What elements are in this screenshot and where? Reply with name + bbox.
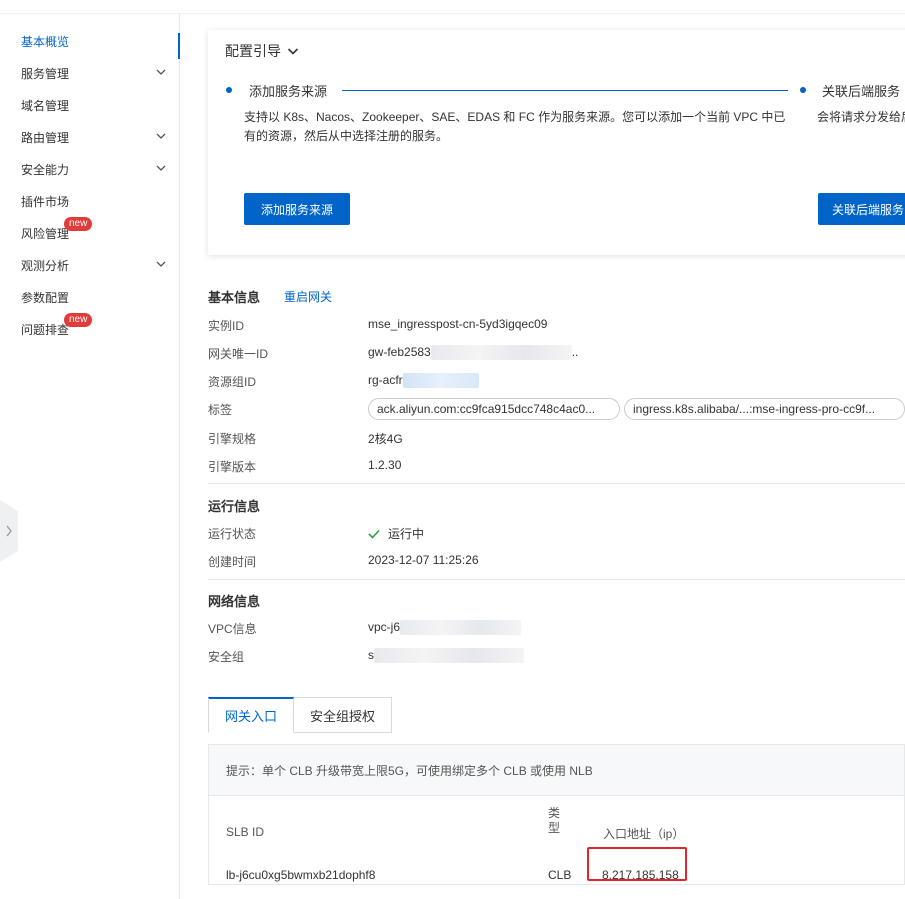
tab-security-group-auth[interactable]: 安全组授权 bbox=[294, 697, 393, 733]
config-guide-title: 配置引导 bbox=[225, 43, 281, 59]
chevron-down-icon bbox=[156, 69, 166, 75]
chevron-down-icon bbox=[156, 261, 166, 267]
add-service-source-button[interactable]: 添加服务来源 bbox=[244, 193, 350, 225]
vpc-label: VPC信息 bbox=[208, 622, 257, 636]
entry-tabs: 网关入口 安全组授权 bbox=[208, 697, 393, 733]
vpc-link[interactable]: vpc-j6 bbox=[368, 620, 522, 636]
sidebar-item-params[interactable]: 参数配置 bbox=[0, 281, 179, 313]
sidebar-item-label: 域名管理 bbox=[21, 98, 70, 113]
chevron-down-icon bbox=[156, 133, 166, 139]
sidebar-item-services[interactable]: 服务管理 bbox=[0, 57, 179, 89]
chevron-down-icon bbox=[287, 48, 299, 55]
tags-label: 标签 bbox=[208, 403, 233, 417]
instance-id-value: mse_ingresspost-cn-5yd3igqec09 bbox=[368, 317, 548, 331]
gateway-uid-label: 网关唯一ID bbox=[208, 347, 269, 361]
run-status-label: 运行状态 bbox=[208, 527, 257, 541]
sidebar-item-routes[interactable]: 路由管理 bbox=[0, 121, 179, 153]
main-content: 配置引导 添加服务来源 支持以 K8s、Nacos、Zookeeper、SAE、… bbox=[181, 14, 905, 899]
sidebar-item-security[interactable]: 安全能力 bbox=[0, 153, 179, 185]
tag-chip[interactable]: ack.aliyun.com:cc9fca915dcc748c4ac0... bbox=[368, 398, 620, 420]
basic-info-title: 基本信息 bbox=[208, 290, 261, 305]
redacted-blur bbox=[374, 648, 524, 664]
run-info-title: 运行信息 bbox=[208, 499, 261, 514]
section-divider bbox=[208, 579, 905, 580]
ip-highlight-box bbox=[587, 847, 687, 881]
sidebar-item-label: 问题排查 bbox=[21, 322, 70, 337]
resource-group-link[interactable]: rg-acfr bbox=[368, 373, 479, 389]
link-backend-service-button[interactable]: 关联后端服务 bbox=[818, 193, 905, 225]
engine-spec-label: 引擎规格 bbox=[208, 432, 257, 446]
step-2-title: 关联后端服务 bbox=[822, 84, 901, 99]
sidebar-item-observability[interactable]: 观测分析 bbox=[0, 249, 179, 281]
section-divider bbox=[208, 483, 905, 484]
sidebar-item-label: 插件市场 bbox=[21, 194, 70, 209]
sidebar-item-label: 路由管理 bbox=[21, 130, 70, 145]
step-2-description: 会将请求分发给后 bbox=[817, 110, 905, 124]
slb-type-value: CLB bbox=[548, 868, 572, 882]
slb-table: SLB ID 类型 入口地址（ip） lb-j6cu0xg5bwmxb21dop… bbox=[208, 796, 905, 885]
tab-gateway-entry[interactable]: 网关入口 bbox=[208, 697, 295, 733]
config-guide-card: 配置引导 添加服务来源 支持以 K8s、Nacos、Zookeeper、SAE、… bbox=[208, 30, 905, 255]
gateway-uid-value: gw-feb2583.. bbox=[368, 345, 579, 361]
created-time-value: 2023-12-07 11:25:26 bbox=[368, 553, 479, 567]
created-time-label: 创建时间 bbox=[208, 555, 257, 569]
sidebar-item-label: 观测分析 bbox=[21, 258, 70, 273]
tip-box: 提示：单个 CLB 升级带宽上限5G，可使用绑定多个 CLB 或使用 NLB bbox=[208, 744, 905, 796]
engine-version-label: 引擎版本 bbox=[208, 460, 257, 474]
sidebar-item-label: 安全能力 bbox=[21, 162, 70, 177]
slb-id-link[interactable]: lb-j6cu0xg5bwmxb21dophf8 bbox=[226, 868, 375, 882]
resource-group-label: 资源组ID bbox=[208, 375, 257, 389]
step-1-title: 添加服务来源 bbox=[249, 84, 328, 99]
step-1-dot bbox=[226, 87, 232, 93]
sidebar-item-overview[interactable]: 基本概览 bbox=[0, 25, 180, 59]
chevron-down-icon bbox=[156, 165, 166, 171]
sidebar-item-label: 风险管理 bbox=[21, 226, 70, 241]
table-header-slb-id: SLB ID bbox=[226, 825, 265, 839]
check-icon bbox=[368, 529, 380, 539]
network-info-title: 网络信息 bbox=[208, 594, 261, 609]
security-group-label: 安全组 bbox=[208, 650, 245, 664]
redacted-blur bbox=[430, 345, 572, 361]
sidebar-item-label: 基本概览 bbox=[21, 34, 70, 49]
table-header-type: 类型 bbox=[548, 806, 561, 835]
sidebar-item-plugins[interactable]: 插件市场 bbox=[0, 185, 179, 217]
chevron-right-icon bbox=[6, 525, 12, 537]
step-2-dot bbox=[800, 87, 806, 93]
restart-gateway-link[interactable]: 重启网关 bbox=[284, 288, 332, 305]
security-group-link[interactable]: s bbox=[368, 648, 524, 664]
redacted-blur bbox=[402, 373, 479, 389]
new-badge: new bbox=[64, 217, 93, 231]
sidebar-item-troubleshoot[interactable]: 问题排查 new bbox=[0, 313, 179, 345]
instance-id-label: 实例ID bbox=[208, 319, 245, 333]
sidebar-item-risk[interactable]: 风险管理 new bbox=[0, 217, 179, 249]
redacted-blur bbox=[400, 620, 522, 636]
sidebar-item-label: 服务管理 bbox=[21, 66, 70, 81]
run-status-value: 运行中 bbox=[368, 525, 424, 542]
engine-spec-value: 2核4G bbox=[368, 432, 403, 446]
engine-version-value: 1.2.30 bbox=[368, 458, 402, 472]
step-1-description: 支持以 K8s、Nacos、Zookeeper、SAE、EDAS 和 FC 作为… bbox=[244, 110, 786, 143]
top-bar bbox=[0, 0, 905, 14]
sidebar: 基本概览 服务管理 域名管理 路由管理 安全能力 插件市场 风险管理 new 观… bbox=[0, 14, 180, 899]
table-header-ip: 入口地址（ip） bbox=[603, 827, 685, 841]
step-connector-line bbox=[342, 90, 788, 91]
config-guide-toggle[interactable]: 配置引导 bbox=[225, 41, 299, 61]
tag-chip[interactable]: ingress.k8s.alibaba/...:mse-ingress-pro-… bbox=[624, 398, 905, 420]
sidebar-item-label: 参数配置 bbox=[21, 290, 70, 305]
new-badge: new bbox=[64, 313, 93, 327]
sidebar-item-domains[interactable]: 域名管理 bbox=[0, 89, 179, 121]
